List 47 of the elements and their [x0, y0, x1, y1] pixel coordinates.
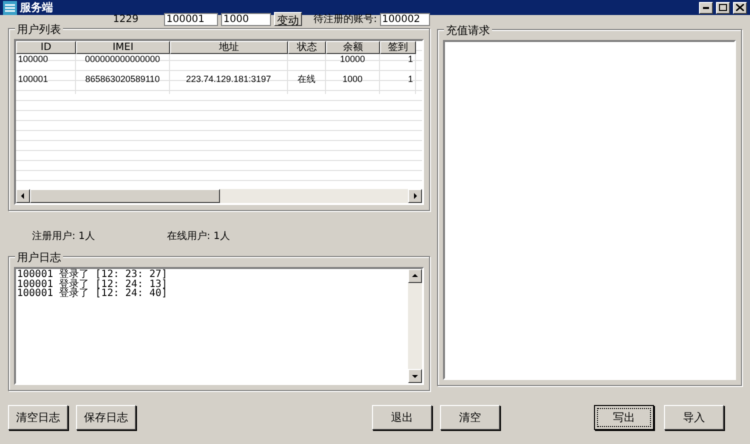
scroll-right-icon[interactable]: [412, 193, 418, 200]
code-label: 1229: [113, 14, 138, 25]
user-count-label: 在线用户: 1人: [166, 230, 230, 243]
scrollbar-thumb[interactable]: [30, 189, 220, 204]
group-title: 用户列表: [15, 22, 63, 38]
scroll-down-icon[interactable]: [412, 373, 418, 380]
window-title: 服务端: [20, 0, 54, 16]
column-header[interactable]: 状态: [288, 41, 326, 54]
table-cell: 100001: [18, 74, 48, 84]
action-button[interactable]: 清空日志: [8, 405, 68, 430]
column-header[interactable]: ID: [16, 41, 76, 54]
log-line: 100001 登录了 [12: 24: 40]: [17, 289, 168, 299]
log-line: 100001 登录了 [12: 23: 27]: [17, 270, 168, 280]
amount-field[interactable]: 1000: [221, 12, 272, 26]
table-cell: 1: [408, 54, 413, 64]
log-area[interactable]: 100001 登录了 [12: 23: 27] 100001 登录了 [12: 24: 13] 100001 登录了 [12: 24: 40]: [14, 267, 424, 386]
change-button[interactable]: 变动: [274, 12, 302, 26]
maximize-icon[interactable]: [719, 4, 727, 12]
column-header[interactable]: IMEI: [76, 41, 170, 54]
table-cell: 在线: [298, 74, 316, 84]
table-cell: 1000: [342, 74, 363, 84]
column-header[interactable]: 余额: [326, 41, 380, 54]
table-cell: 100000: [18, 54, 48, 64]
table-cell: 865863020589110: [85, 74, 160, 84]
action-button[interactable]: 导入: [664, 405, 724, 430]
close-icon[interactable]: [736, 4, 744, 12]
minimize-icon[interactable]: [703, 6, 709, 9]
app-icon: [3, 0, 17, 15]
pending-account-label: 待注册的账号:: [314, 12, 377, 26]
scroll-left-icon[interactable]: [20, 193, 26, 200]
log-line: 100001 登录了 [12: 24: 13]: [17, 280, 168, 290]
table-cell: 1: [408, 74, 413, 84]
action-button[interactable]: 写出: [594, 405, 654, 430]
group-title: 充值请求: [444, 23, 492, 38]
action-button[interactable]: 清空: [440, 405, 500, 430]
scroll-up-icon[interactable]: [412, 273, 418, 280]
table-cell: 000000000000000: [84, 54, 160, 64]
id-field[interactable]: 100001: [164, 12, 218, 26]
user-count-label: 注册用户: 1人: [32, 230, 95, 243]
action-button[interactable]: 退出: [372, 405, 432, 430]
column-header[interactable]: 地址: [170, 41, 288, 54]
action-button[interactable]: 保存日志: [76, 405, 136, 430]
pending-account-field[interactable]: 100002: [380, 12, 430, 26]
table-cell: 223.74.129.181:3197: [186, 74, 272, 84]
column-header[interactable]: 签到: [380, 41, 416, 54]
group-title: 用户日志: [15, 250, 63, 266]
table-cell: 10000: [340, 54, 366, 64]
